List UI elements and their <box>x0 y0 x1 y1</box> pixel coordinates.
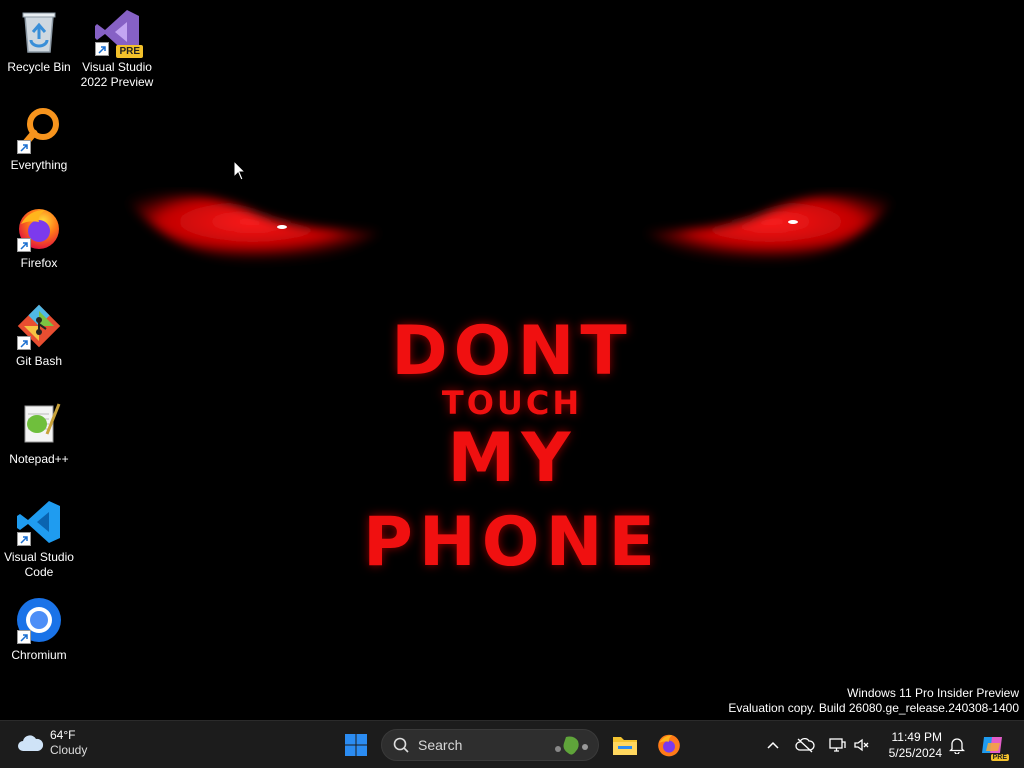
cloud-offline-icon <box>795 737 815 753</box>
wallpaper-text-line3: MY <box>447 419 577 498</box>
shortcut-arrow-icon <box>17 140 31 154</box>
desktop-icon-chromium[interactable]: Chromium <box>0 596 78 663</box>
shortcut-arrow-icon <box>17 532 31 546</box>
desktop-icon-label: Visual Studio 2022 Preview <box>80 60 154 89</box>
chromium-icon <box>15 596 63 644</box>
recycle-bin-icon <box>15 8 63 56</box>
desktop-icon-recycle-bin[interactable]: Recycle Bin <box>0 8 78 75</box>
copilot-button[interactable]: PRE <box>979 731 1009 761</box>
wallpaper-text-line1: DONT <box>391 312 633 391</box>
visual-studio-icon: PRE <box>93 8 143 58</box>
copilot-preview-badge: PRE <box>990 754 1009 761</box>
start-button[interactable] <box>340 729 372 761</box>
desktop[interactable]: DONT TOUCH MY PHONE Recycle Bin PRE Visu… <box>0 0 1024 720</box>
taskbar-search-box[interactable]: Search <box>381 729 599 761</box>
mouse-cursor-icon <box>233 160 247 181</box>
clock-time: 11:49 PM <box>891 730 942 744</box>
cloud-icon <box>18 735 44 751</box>
right-eye-icon <box>645 194 895 263</box>
firefox-icon <box>658 734 680 757</box>
watermark-build: Evaluation copy. Build 26080.ge_release.… <box>728 701 1019 715</box>
chevron-up-icon <box>767 741 779 749</box>
folder-icon <box>613 737 637 755</box>
desktop-icon-label: Firefox <box>20 256 58 270</box>
desktop-icon-label: Recycle Bin <box>7 60 71 74</box>
wallpaper-text-line2: TOUCH <box>441 384 583 422</box>
taskbar: 64°F Cloudy Search 11:49 PM 5/25/2024 PR… <box>0 720 1024 768</box>
search-label: Search <box>418 737 463 753</box>
shortcut-arrow-icon <box>95 42 109 56</box>
volume-tray[interactable] <box>850 733 874 757</box>
desktop-icon-firefox[interactable]: Firefox <box>0 204 78 271</box>
git-bash-icon <box>15 302 63 350</box>
everything-search-icon <box>15 106 63 154</box>
desktop-icon-label: Visual Studio Code <box>4 550 74 579</box>
desktop-icon-vscode[interactable]: Visual Studio Code <box>0 498 78 580</box>
desktop-icon-label: Git Bash <box>15 354 63 368</box>
wallpaper-text-line4: PHONE <box>363 503 661 582</box>
taskbar-file-explorer[interactable] <box>609 729 641 761</box>
firefox-icon <box>15 204 63 252</box>
desktop-icon-everything[interactable]: Everything <box>0 106 78 173</box>
desktop-icon-label: Chromium <box>11 648 67 662</box>
desktop-icon-visual-studio-2022-preview[interactable]: PRE Visual Studio 2022 Preview <box>78 8 156 90</box>
notepad-plus-plus-icon <box>15 400 63 448</box>
shortcut-arrow-icon <box>17 238 31 252</box>
vscode-icon <box>15 498 63 546</box>
taskbar-clock[interactable]: 11:49 PM 5/25/2024 <box>880 729 942 761</box>
windows-logo-icon <box>345 734 367 756</box>
search-icon <box>393 737 409 753</box>
desktop-icon-label: Everything <box>10 158 68 172</box>
bell-icon <box>949 738 965 754</box>
weather-condition: Cloudy <box>50 743 88 757</box>
notifications-button[interactable] <box>945 733 969 757</box>
watermark-edition: Windows 11 Pro Insider Preview <box>847 686 1019 700</box>
preview-badge: PRE <box>116 45 143 58</box>
network-tray[interactable] <box>825 733 849 757</box>
speaker-muted-icon <box>854 738 869 752</box>
show-hidden-icons-button[interactable] <box>761 733 785 757</box>
desktop-icon-notepad-plus-plus[interactable]: Notepad++ <box>0 400 78 467</box>
weather-widget[interactable]: 64°F Cloudy <box>16 728 87 758</box>
search-highlight-icon <box>555 736 588 755</box>
desktop-icon-git-bash[interactable]: Git Bash <box>0 302 78 369</box>
weather-temp: 64°F <box>50 728 76 742</box>
shortcut-arrow-icon <box>17 630 31 644</box>
left-eye-icon <box>125 194 380 263</box>
clock-date: 5/25/2024 <box>888 746 942 760</box>
wallpaper: DONT TOUCH MY PHONE <box>0 0 1024 720</box>
network-icon <box>829 738 846 752</box>
desktop-icon-label: Notepad++ <box>9 452 69 466</box>
windows-watermark: Windows 11 Pro Insider Preview Evaluatio… <box>728 686 1019 716</box>
onedrive-tray[interactable] <box>793 733 817 757</box>
taskbar-firefox[interactable] <box>653 729 685 761</box>
shortcut-arrow-icon <box>17 336 31 350</box>
